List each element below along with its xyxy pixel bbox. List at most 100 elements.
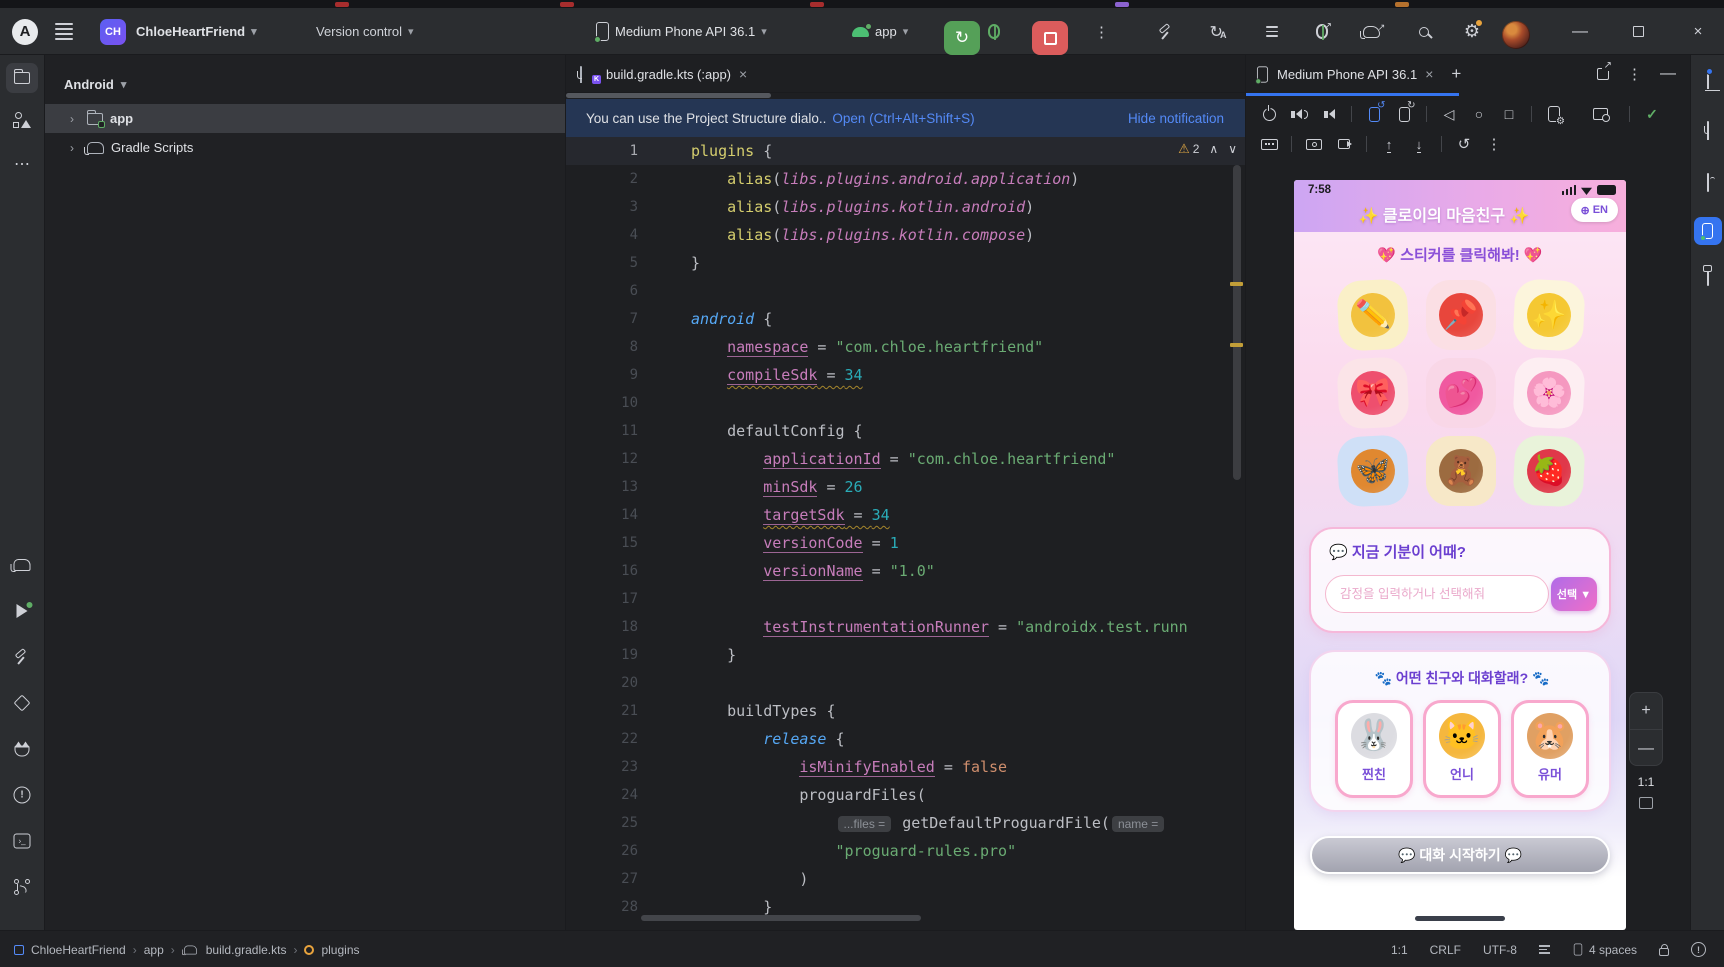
resource-manager-tool-button[interactable] [13,112,31,128]
sticker-tile[interactable]: ✏️ [1336,278,1410,352]
logcat-tool-button[interactable] [14,741,30,757]
unlock-icon[interactable] [1659,943,1669,956]
debug-button[interactable] [988,8,1018,55]
mood-select-button[interactable]: 선택 ▼ [1551,577,1597,611]
run-options-kebab-menu[interactable]: ⋮ [1094,8,1109,55]
android-recents-button[interactable]: □ [1494,101,1524,127]
search-everywhere-button[interactable] [1410,8,1438,55]
start-chat-button[interactable]: 💬 대화 시작하기 💬 [1310,836,1610,874]
editor-vertical-scrollbar[interactable] [1233,165,1241,480]
indent-widget[interactable]: 4 spaces [1572,941,1637,958]
code-line[interactable]: 13 minSdk = 26 [566,473,1245,501]
code-line[interactable]: 14 targetSdk = 34 [566,501,1245,529]
profiler-button[interactable]: ↗ [1359,8,1388,55]
zoom-in-button[interactable]: + [1630,693,1662,730]
code-line[interactable]: 19 } [566,641,1245,669]
code-area[interactable]: 1 plugins {2 alias(libs.plugins.android.a… [566,137,1245,921]
sticker-tile[interactable]: 🦋 [1336,434,1410,508]
code-line[interactable]: 20 [566,669,1245,697]
code-line[interactable]: 6 [566,277,1245,305]
encoding-widget[interactable]: UTF-8 [1483,943,1517,957]
banner-open-link[interactable]: Open (Ctrl+Alt+Shift+S) [832,111,974,126]
warning-stripe-mark[interactable] [1230,343,1243,347]
prev-warning-icon[interactable]: ∧ [1209,142,1218,156]
project-tool-button[interactable] [6,63,38,93]
code-line[interactable]: 5} [566,249,1245,277]
code-line[interactable]: 18 testInstrumentationRunner = "androidx… [566,613,1245,641]
fit-to-window-icon[interactable] [1639,797,1653,809]
version-control-menu[interactable]: Version control ▾ [316,8,414,55]
project-view-selector[interactable]: Android ▾ [64,77,126,92]
next-warning-icon[interactable]: ∨ [1228,142,1237,156]
sticker-tile[interactable]: ✨ [1512,278,1586,352]
stop-button[interactable] [1032,21,1068,55]
language-toggle-button[interactable]: ⊕ EN [1570,198,1618,222]
crumb-file[interactable]: build.gradle.kts [206,943,287,957]
status-notification-icon[interactable]: ! [1691,942,1706,957]
panel-options-kebab-icon[interactable]: ⋮ [1627,65,1642,83]
editor-tab-build-gradle[interactable]: K build.gradle.kts (:app) × [580,55,747,93]
sticker-tile[interactable]: 🍓 [1512,434,1586,508]
code-line[interactable]: 27 ) [566,865,1245,893]
device-kebab-menu[interactable]: ⋮ [1479,131,1509,157]
push-file-button[interactable]: ↑ [1374,131,1404,157]
layout-inspector-tool-button[interactable] [1706,267,1709,286]
volume-down-button[interactable] [1314,101,1344,127]
code-line[interactable]: 25 ...files = getDefaultProguardFile(nam… [566,809,1245,837]
project-badge[interactable]: CH [100,8,126,55]
close-device-tab-icon[interactable]: × [1425,66,1433,82]
zoom-level-label[interactable]: 1:1 [1629,775,1663,789]
terminal-tool-button[interactable]: ›_ [13,833,31,849]
hide-panel-icon[interactable]: — [1660,65,1676,83]
close-tab-icon[interactable]: × [739,66,747,82]
running-devices-tool-button[interactable] [1693,217,1722,245]
emulator-screen[interactable]: 7:58 ✨ 클로이의 마음친구 ✨ ⊕ EN 💖 스티커를 클릭해봐! 💖 ✏… [1294,180,1626,930]
android-back-button[interactable]: ◁ [1434,101,1464,127]
build-tool-button[interactable] [13,648,31,665]
sticker-tile[interactable]: 🧸 [1426,436,1496,506]
more-tool-windows-button[interactable]: ⋯ [14,154,30,174]
sticker-tile[interactable]: 💕 [1426,358,1496,428]
code-line[interactable]: 11 defaultConfig { [566,417,1245,445]
code-line[interactable]: 7 android { [566,305,1245,333]
tree-row-gradle-scripts[interactable]: › Gradle Scripts [45,133,565,162]
code-line[interactable]: 17 [566,585,1245,613]
sticker-tile[interactable]: 🌸 [1512,356,1586,430]
code-line[interactable]: 26 "proguard-rules.pro" [566,837,1245,865]
rotate-left-button[interactable] [1359,100,1389,127]
code-line[interactable]: 15 versionCode = 1 [566,529,1245,557]
code-line[interactable]: 22 release { [566,725,1245,753]
android-home-button[interactable]: ○ [1464,101,1494,127]
window-maximize-button[interactable] [1618,8,1658,55]
user-avatar[interactable] [1502,21,1530,49]
app-quality-insights-tool-button[interactable] [13,694,31,712]
expand-chevron-icon[interactable]: › [70,141,80,155]
zoom-out-button[interactable]: — [1630,730,1662,767]
apply-changes-button[interactable]: ↻ A [1204,8,1232,55]
problems-tool-button[interactable]: ! [13,786,31,804]
project-selector[interactable]: ChloeHeartFriend ▾ [136,8,257,55]
warning-stripe-mark[interactable] [1230,282,1243,286]
run-configuration-selector[interactable]: app ▾ [852,8,908,55]
notifications-button[interactable] [1705,68,1713,90]
code-line[interactable]: 24 proguardFiles( [566,781,1245,809]
window-minimize-button[interactable]: — [1560,8,1600,55]
device-selector[interactable]: Medium Phone API 36.1 ▾ [594,8,767,55]
screenshot-button[interactable] [1299,131,1329,157]
code-line[interactable]: 9 compileSdk = 34 [566,361,1245,389]
device-settings-button[interactable] [1539,101,1569,127]
crumb-project[interactable]: ChloeHeartFriend [31,943,126,957]
rotate-right-button[interactable] [1389,100,1419,127]
code-line[interactable]: 8 namespace = "com.chloe.heartfriend" [566,333,1245,361]
friend-option-언니[interactable]: 🐱 언니 [1423,700,1501,798]
code-line[interactable]: 16 versionName = "1.0" [566,557,1245,585]
banner-hide-link[interactable]: Hide notification [1128,111,1224,126]
restart-button[interactable]: ↺ [1449,131,1479,157]
tree-row-app[interactable]: › app [45,104,565,133]
settings-button[interactable]: ⚙ [1458,8,1486,55]
crumb-app[interactable]: app [144,943,164,957]
gradle-sync-tool-button[interactable] [10,559,31,572]
inspection-widget[interactable]: ⚠ 2 ∧ ∨ [1178,141,1237,157]
cursor-position-widget[interactable]: 1:1 [1391,943,1408,957]
build-variants-button[interactable] [1258,8,1286,55]
